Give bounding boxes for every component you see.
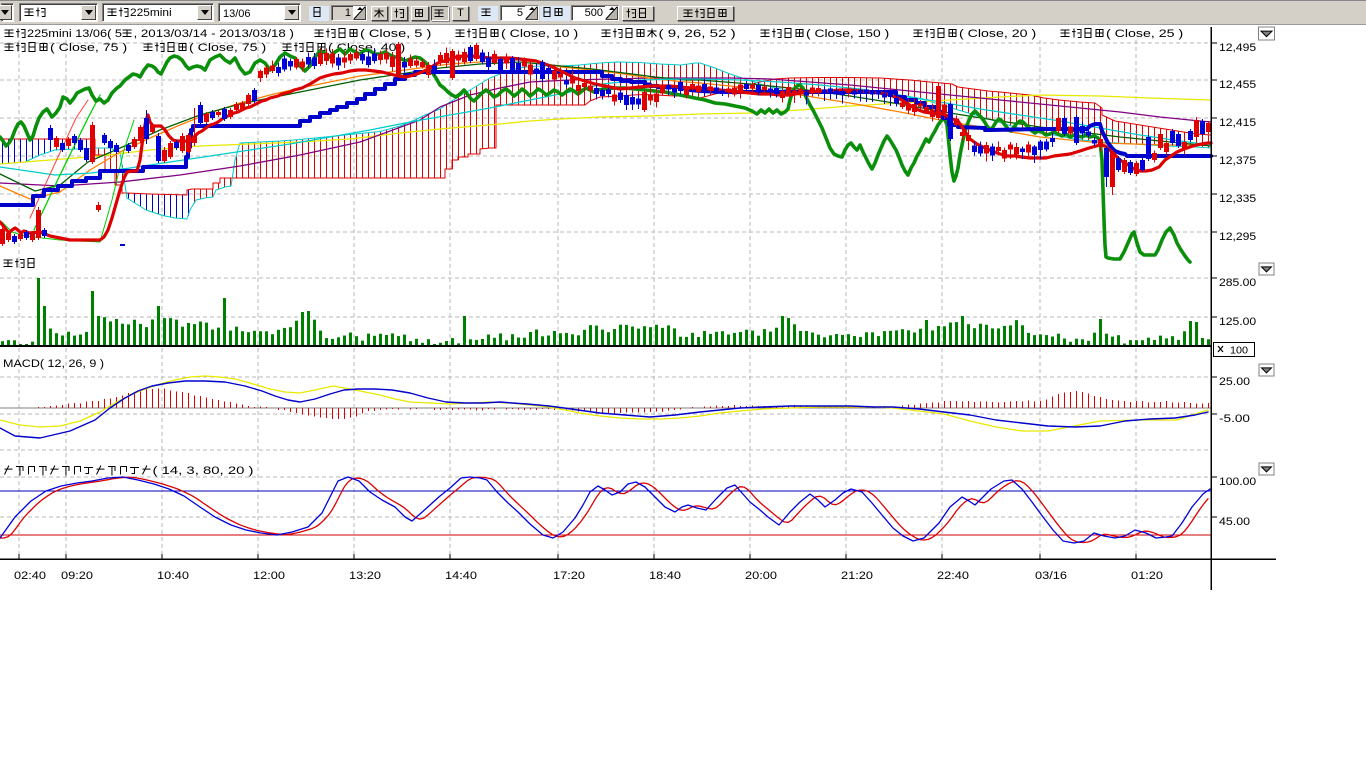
- svg-text:22:40: 22:40: [937, 570, 969, 582]
- svg-text:( 14, 3, 80, 20 ): ( 14, 3, 80, 20 ): [153, 465, 254, 477]
- svg-text:225mini 13/06( 5: 225mini 13/06( 5: [27, 28, 122, 40]
- svg-text:( Close, 5 ): ( Close, 5 ): [360, 28, 431, 40]
- svg-text:14:40: 14:40: [445, 570, 477, 582]
- svg-text:13/06: 13/06: [223, 8, 251, 20]
- svg-text:, 2013/03/14 - 2013/03/18 ): , 2013/03/14 - 2013/03/18 ): [134, 28, 294, 40]
- svg-text:12,295: 12,295: [1219, 231, 1256, 243]
- svg-text:10:40: 10:40: [157, 570, 189, 582]
- svg-text:03/16: 03/16: [1035, 570, 1067, 582]
- svg-text:12,495: 12,495: [1219, 42, 1256, 54]
- svg-text:( Close, 150 ): ( Close, 150 ): [806, 28, 889, 40]
- svg-text:12,335: 12,335: [1219, 193, 1256, 205]
- svg-text:25.00: 25.00: [1219, 376, 1250, 388]
- svg-text:285.00: 285.00: [1219, 277, 1256, 289]
- svg-text:100: 100: [1230, 346, 1248, 357]
- svg-text:17:20: 17:20: [553, 570, 585, 582]
- svg-text:09:20: 09:20: [61, 570, 93, 582]
- svg-text:45.00: 45.00: [1219, 516, 1250, 528]
- svg-text:21:20: 21:20: [841, 570, 873, 582]
- svg-text:-5.00: -5.00: [1219, 413, 1250, 425]
- svg-text:( Close, 20 ): ( Close, 20 ): [959, 28, 1036, 40]
- svg-text:12,375: 12,375: [1219, 155, 1256, 167]
- svg-text:( Close, 25 ): ( Close, 25 ): [1106, 28, 1183, 40]
- svg-text:20:00: 20:00: [745, 570, 777, 582]
- svg-text:12,455: 12,455: [1219, 79, 1256, 91]
- svg-text:18:40: 18:40: [649, 570, 681, 582]
- svg-text:13:20: 13:20: [349, 570, 381, 582]
- svg-text:12:00: 12:00: [253, 570, 285, 582]
- svg-text:( 9, 26, 52 ): ( 9, 26, 52 ): [659, 28, 736, 40]
- svg-text:02:40: 02:40: [14, 570, 46, 582]
- svg-text:( Close, 75 ): ( Close, 75 ): [50, 42, 127, 54]
- svg-text:125.00: 125.00: [1219, 316, 1256, 328]
- svg-text:( Close, 75 ): ( Close, 75 ): [189, 42, 266, 54]
- svg-text:01:20: 01:20: [1131, 570, 1163, 582]
- svg-text:( Close, 10 ): ( Close, 10 ): [501, 28, 578, 40]
- svg-text:100.00: 100.00: [1219, 476, 1256, 488]
- svg-text:MACD( 12, 26, 9 ): MACD( 12, 26, 9 ): [3, 358, 104, 370]
- svg-text:225mini: 225mini: [130, 7, 172, 19]
- svg-text:12,415: 12,415: [1219, 117, 1256, 129]
